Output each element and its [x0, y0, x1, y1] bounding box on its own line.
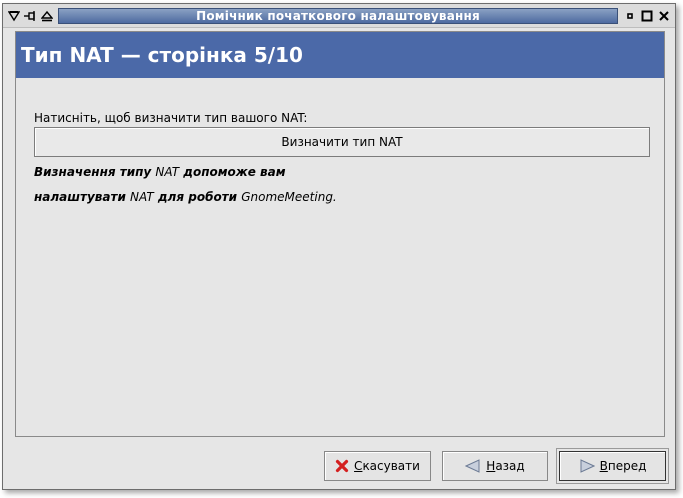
maximize-icon[interactable]	[640, 9, 654, 23]
nat-description: Визначення типу NAT допоможе вам налашту…	[34, 160, 337, 210]
title-bar[interactable]: Помічник початкового налаштовування	[3, 4, 675, 28]
assistant-window: Помічник початкового налаштовування Тип …	[2, 3, 676, 490]
iconify-icon[interactable]	[623, 9, 637, 23]
pin-icon[interactable]	[23, 9, 37, 23]
red-x-icon	[335, 459, 349, 473]
close-icon[interactable]	[657, 9, 671, 23]
back-label: Назад	[486, 459, 525, 473]
detect-nat-button[interactable]: Визначити тип NAT	[34, 127, 650, 157]
nat-description-line-1: Визначення типу NAT допоможе вам	[34, 165, 286, 179]
nat-description-line-2: налаштувати NAT для роботи GnomeMeeting.	[34, 190, 337, 204]
window-title: Помічник початкового налаштовування	[58, 8, 618, 24]
forward-button[interactable]: Вперед	[556, 448, 669, 484]
shade-icon[interactable]	[40, 9, 54, 23]
assistant-page: Тип NAT — сторінка 5/10 Натисніть, щоб в…	[15, 31, 665, 437]
cancel-label: Скасувати	[354, 459, 420, 473]
page-title: Тип NAT — сторінка 5/10	[16, 32, 664, 78]
menu-triangle-icon[interactable]	[7, 9, 21, 23]
left-arrow-icon	[465, 459, 481, 473]
back-button[interactable]: Назад	[442, 451, 548, 481]
cancel-button[interactable]: Скасувати	[324, 451, 431, 481]
right-arrow-icon	[579, 459, 595, 473]
forward-label: Вперед	[599, 459, 647, 473]
detect-prompt-label: Натисніть, щоб визначити тип вашого NAT:	[34, 111, 308, 125]
